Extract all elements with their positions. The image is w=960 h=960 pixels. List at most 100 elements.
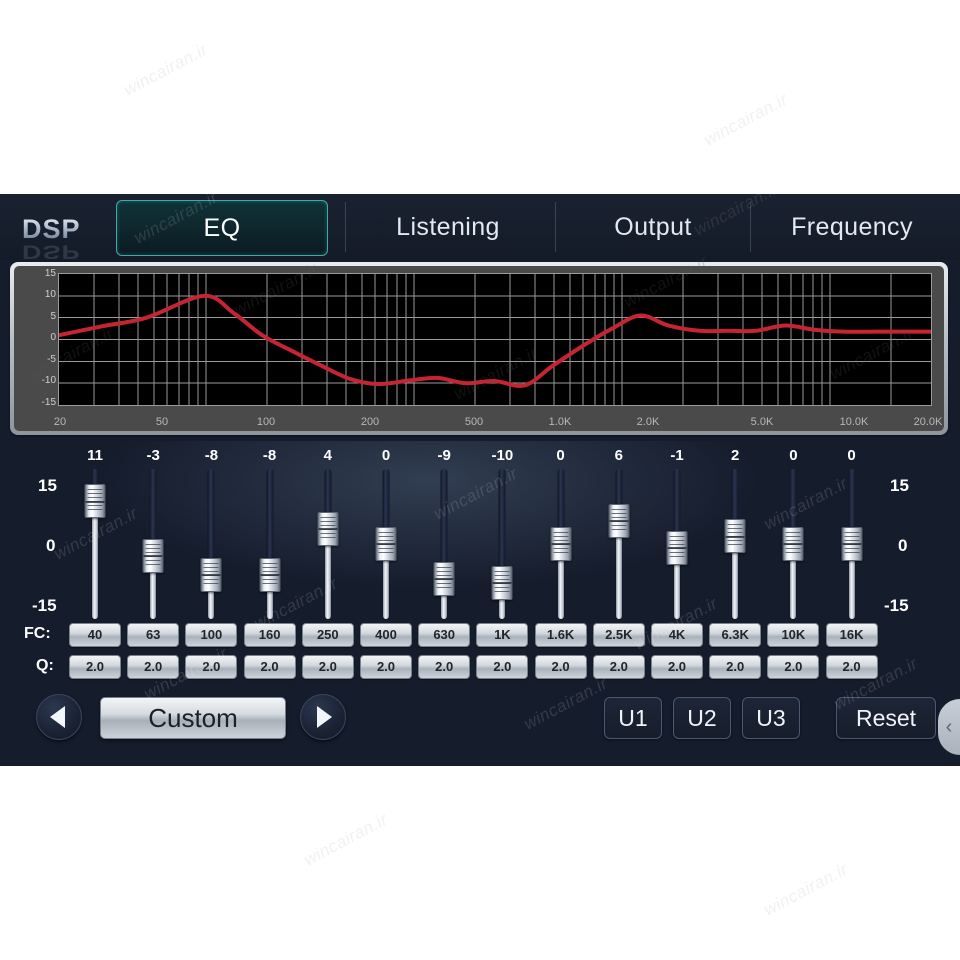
prev-preset-button[interactable] [36, 694, 82, 740]
band-fc-field[interactable]: 100 [185, 623, 238, 647]
band-q-field[interactable]: 2.0 [592, 655, 645, 679]
tab-output[interactable]: Output [558, 200, 748, 254]
slider-track-lower [266, 587, 273, 619]
band-gain-value: 0 [789, 447, 798, 464]
band-gain-value: -3 [146, 447, 160, 464]
band-fc-field[interactable]: 2.5K [592, 623, 645, 647]
band-gain-slider[interactable] [778, 469, 808, 619]
band-gain-value: 0 [847, 447, 856, 464]
band-gain-slider[interactable] [604, 469, 634, 619]
band-gain-value: 0 [381, 447, 391, 464]
slider-track-upper [557, 469, 565, 533]
y-tick: 10 [44, 289, 56, 300]
chevron-left-icon[interactable]: ‹ [938, 699, 960, 755]
band-fc-field[interactable]: 10K [767, 623, 820, 647]
band-q-field[interactable]: 2.0 [127, 655, 180, 679]
y-tick: -10 [41, 375, 56, 386]
slider-thumb-notch [318, 527, 338, 530]
slider-track-upper [207, 469, 215, 564]
band-gain-slider[interactable] [662, 469, 692, 619]
eq-curve-plot[interactable] [57, 273, 933, 406]
band-gain-slider[interactable] [371, 469, 401, 619]
band-gain-slider[interactable] [720, 469, 750, 619]
eq-slider-panel: 15 0 -15 15 0 -15 11 -3 -8 -8 4 0 -9 -10 0 6 -1 2 0 0… [0, 441, 960, 766]
band-gain-slider[interactable] [546, 469, 576, 619]
user-preset-u1-button[interactable]: U1 [604, 697, 662, 739]
band-q-field[interactable]: 2.0 [69, 655, 121, 679]
slider-track-lower [848, 557, 855, 619]
band-fc-field[interactable]: 250 [301, 623, 354, 647]
eq-graph-inner: 15 10 5 0 -5 -10 -15 20 50 100 200 500 1… [14, 266, 944, 431]
band-q-field[interactable]: 2.0 [767, 655, 820, 679]
slider-track-upper [673, 469, 681, 537]
slider-thumb[interactable] [666, 530, 688, 565]
slider-thumb[interactable] [433, 561, 455, 596]
dsp-app-window: DSP DSP EQ Listening Output Frequency 15… [0, 194, 960, 766]
y-tick: -15 [41, 397, 56, 408]
slider-thumb[interactable] [200, 557, 222, 592]
slider-track-upper [382, 469, 390, 533]
tab-listening[interactable]: Listening [348, 200, 548, 254]
band-fc-field[interactable]: 63 [127, 623, 180, 647]
band-q-field[interactable]: 2.0 [709, 655, 762, 679]
slider-thumb[interactable] [317, 511, 339, 546]
slider-thumb[interactable] [550, 527, 572, 561]
reset-button[interactable]: Reset [836, 697, 936, 739]
band-gain-slider[interactable] [487, 469, 517, 619]
band-gain-slider[interactable] [138, 469, 168, 619]
slider-track-upper [149, 469, 157, 545]
slider-thumb-notch [783, 543, 803, 546]
slider-thumb[interactable] [608, 503, 630, 538]
preset-name-button[interactable]: Custom [100, 697, 286, 739]
band-q-field[interactable]: 2.0 [301, 655, 354, 679]
band-fc-field[interactable]: 1.6K [534, 623, 587, 647]
fc-row-label: FC: [24, 625, 51, 642]
band-q-field[interactable]: 2.0 [825, 655, 878, 679]
band-gain-slider[interactable] [80, 469, 110, 619]
slider-thumb[interactable] [375, 527, 397, 561]
band-gain-slider[interactable] [196, 469, 226, 619]
band-fc-field[interactable]: 400 [360, 623, 412, 647]
slider-thumb[interactable] [84, 484, 106, 519]
band-q-field[interactable]: 2.0 [651, 655, 703, 679]
band-fc-field[interactable]: 4K [651, 623, 703, 647]
tab-eq[interactable]: EQ [116, 200, 328, 256]
band-gain-slider[interactable] [255, 469, 285, 619]
tab-frequency[interactable]: Frequency [752, 200, 952, 254]
slider-thumb[interactable] [782, 527, 804, 561]
x-tick: 200 [360, 416, 380, 428]
slider-thumb[interactable] [724, 519, 746, 554]
slider-thumb[interactable] [259, 557, 281, 592]
dsp-logo-reflection: DSP [22, 241, 81, 263]
band-gain-slider[interactable] [429, 469, 459, 619]
slider-track-lower [150, 568, 157, 619]
band-gain-value: -9 [437, 447, 451, 464]
slider-track-upper [266, 469, 274, 564]
band-fc-field[interactable]: 160 [243, 623, 296, 647]
next-preset-button[interactable] [300, 694, 346, 740]
band-gain-slider[interactable] [837, 469, 867, 619]
band-q-field[interactable]: 2.0 [534, 655, 587, 679]
user-preset-u2-button[interactable]: U2 [673, 697, 731, 739]
slider-track-lower [615, 533, 622, 619]
band-fc-field[interactable]: 1K [476, 623, 529, 647]
slider-thumb-notch [434, 578, 454, 581]
band-q-field[interactable]: 2.0 [476, 655, 529, 679]
y-tick: -5 [47, 354, 56, 365]
band-q-field[interactable]: 2.0 [418, 655, 471, 679]
band-fc-field[interactable]: 630 [418, 623, 471, 647]
band-q-field[interactable]: 2.0 [360, 655, 412, 679]
band-fc-field[interactable]: 16K [825, 623, 878, 647]
slider-thumb[interactable] [142, 538, 164, 573]
band-q-field[interactable]: 2.0 [185, 655, 238, 679]
slider-thumb[interactable] [841, 527, 863, 561]
band-gain-slider[interactable] [313, 469, 343, 619]
slider-thumb[interactable] [491, 565, 513, 600]
user-preset-u3-button[interactable]: U3 [742, 697, 800, 739]
band-fc-field[interactable]: 6.3K [709, 623, 762, 647]
band-q-field[interactable]: 2.0 [243, 655, 296, 679]
slider-track-lower [790, 557, 797, 619]
slider-thumb-notch [609, 520, 629, 523]
slider-track-upper [498, 469, 506, 572]
band-fc-field[interactable]: 40 [69, 623, 121, 647]
